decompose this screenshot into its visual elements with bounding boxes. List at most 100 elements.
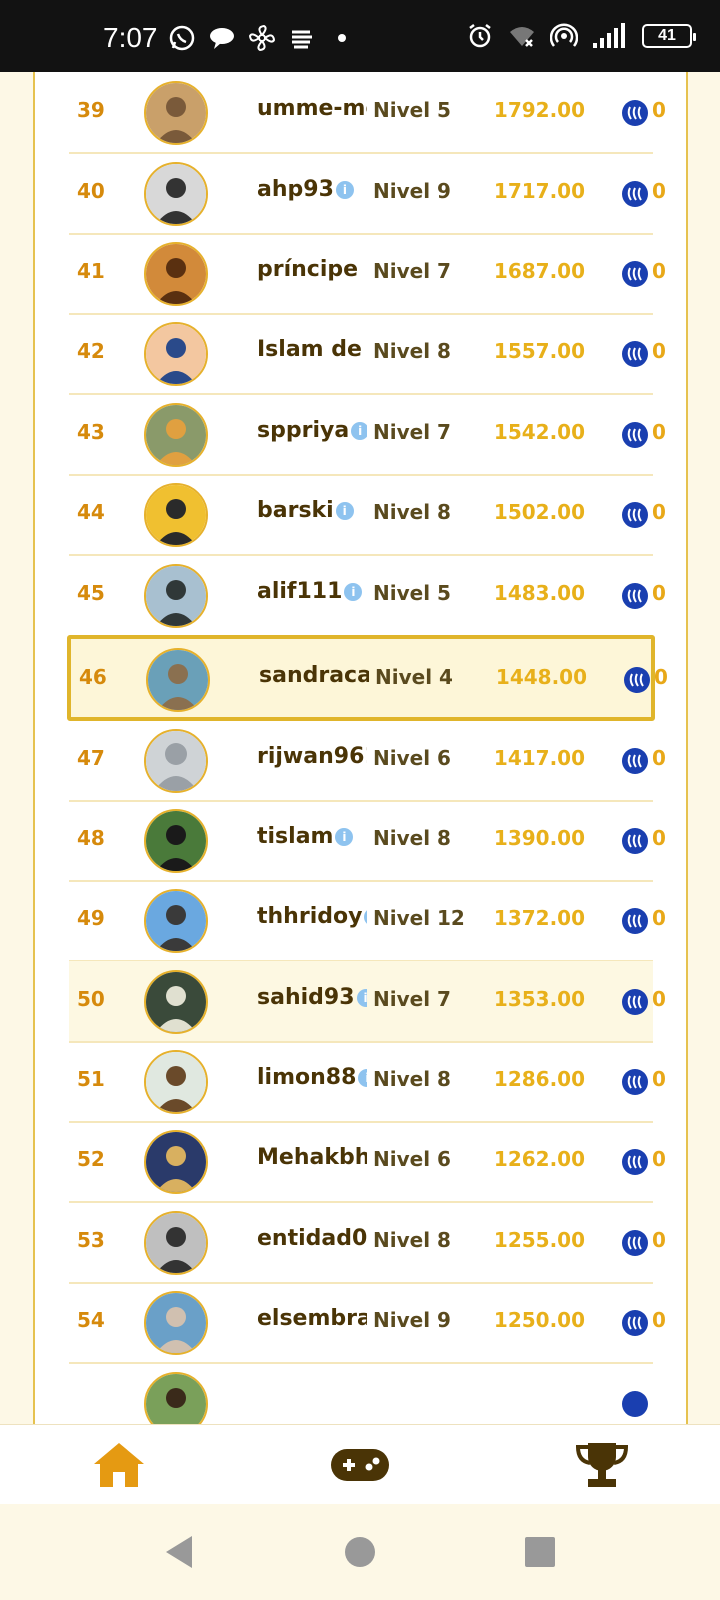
username[interactable]: thhridoyi — [257, 904, 367, 929]
leaderboard-row[interactable]: 40 ahp93 i Nivel 9 1717.00 0 — [69, 153, 666, 235]
wifi-off-icon — [510, 27, 534, 47]
leaderboard-row[interactable]: 42 Islam de (Nivel 8 1557.00 0 — [69, 313, 666, 395]
avatar[interactable] — [144, 483, 208, 547]
info-icon[interactable]: i — [356, 989, 367, 1007]
info-icon[interactable]: i — [351, 422, 367, 440]
status-time: 7:07 — [103, 22, 158, 53]
reward-value: 0 — [652, 98, 666, 122]
avatar[interactable] — [144, 403, 208, 467]
username[interactable]: limon88i — [257, 1065, 367, 1090]
username-text: barski — [257, 498, 334, 523]
status-bar: 7:07 41 — [0, 0, 720, 72]
reward-value: 0 — [654, 665, 668, 689]
avatar[interactable] — [146, 648, 210, 712]
leaderboard-row[interactable]: 44 barski i Nivel 8 1502.00 0 — [69, 474, 666, 556]
profile-photo — [146, 972, 206, 1032]
avatar[interactable] — [144, 81, 208, 145]
level-label: Nivel 4 — [375, 665, 453, 689]
avatar[interactable] — [144, 1372, 208, 1424]
leaderboard-row[interactable]: 45 alif111 i Nivel 5 1483.00 0 — [69, 555, 666, 637]
level-label: Nivel 9 — [373, 179, 451, 203]
username[interactable]: príncipe — [257, 257, 367, 282]
score-value: 1250.00 — [493, 1308, 585, 1332]
info-icon[interactable]: i — [344, 583, 363, 601]
info-icon[interactable]: i — [335, 502, 354, 520]
score-value: 1483.00 — [493, 581, 585, 605]
username[interactable]: alif111 i — [257, 579, 367, 604]
avatar[interactable] — [144, 322, 208, 386]
home-circle-icon[interactable] — [340, 1532, 380, 1572]
reward-value: 0 — [652, 1067, 666, 1091]
username[interactable]: tislam i — [257, 824, 367, 849]
leaderboard-row[interactable]: 48 tislam i Nivel 8 1390.00 0 — [69, 800, 666, 882]
level-label: Nivel 5 — [373, 98, 451, 122]
leaderboard-row[interactable]: 49thhridoyiNivel 121372.000 — [69, 880, 666, 962]
username[interactable]: ahp93 i — [257, 177, 367, 202]
battery-indicator: 41 — [642, 24, 696, 48]
avatar[interactable] — [144, 1291, 208, 1355]
avatar[interactable] — [144, 809, 208, 873]
avatar[interactable] — [144, 1050, 208, 1114]
nav-games-button[interactable] — [330, 1439, 390, 1491]
profile-photo — [148, 650, 208, 710]
username-text: ahp93 — [257, 177, 334, 202]
username[interactable]: barski i — [257, 498, 367, 523]
steem-icon — [622, 341, 648, 367]
info-icon[interactable]: i — [364, 908, 367, 926]
avatar[interactable] — [144, 1130, 208, 1194]
username[interactable]: sandraca — [259, 663, 369, 688]
steem-icon — [624, 667, 650, 693]
avatar[interactable] — [144, 729, 208, 793]
leaderboard-row[interactable]: 52 Mehakbh Nivel 6 1262.00 0 — [69, 1121, 666, 1203]
nav-home-button[interactable] — [89, 1439, 149, 1491]
steem-icon — [622, 989, 648, 1015]
info-icon[interactable]: i — [358, 1069, 367, 1087]
reward-value: 0 — [652, 339, 666, 363]
steem-icon — [622, 1069, 648, 1095]
leaderboard-list[interactable]: 39 umme-mc Nivel 5 1792.00 0 40 ahp93 i Nivel 91… — [33, 72, 688, 1424]
rank-number: 53 — [77, 1228, 105, 1252]
username[interactable]: rijwan961 — [257, 744, 367, 769]
score-value: 1390.00 — [493, 826, 585, 850]
leaderboard-row[interactable]: 43 sppriya i Nivel 7 1542.00 0 — [69, 394, 666, 476]
username[interactable]: elsembra — [257, 1306, 367, 1331]
username[interactable]: sppriya i — [257, 418, 367, 443]
leaderboard-row[interactable]: 46 sandraca Nivel 4 1448.00 0 — [67, 635, 668, 721]
score-value: 1255.00 — [493, 1228, 585, 1252]
leaderboard-row[interactable]: 51limon88iNivel 81286.000 — [69, 1041, 666, 1123]
username[interactable]: umme-mc — [257, 96, 367, 121]
steem-icon — [622, 1149, 648, 1175]
reward-value: 0 — [652, 826, 666, 850]
avatar[interactable] — [144, 970, 208, 1034]
leaderboard-row[interactable]: 54 elsembra Nivel 9 1250.00 0 — [69, 1282, 666, 1364]
avatar[interactable] — [144, 889, 208, 953]
leaderboard-row[interactable]: 41 príncipe Nivel 7 1687.00 0 — [69, 233, 666, 315]
username[interactable]: entidad0 — [257, 1226, 367, 1251]
system-nav-bar — [0, 1504, 720, 1600]
leaderboard-row[interactable]: 47 rijwan961Nivel 6 1417.00 0 — [69, 720, 666, 802]
recents-icon[interactable] — [520, 1532, 560, 1572]
reward-value: 0 — [652, 420, 666, 444]
avatar[interactable] — [144, 1211, 208, 1275]
info-icon[interactable]: i — [335, 828, 354, 846]
username[interactable]: sahid93i — [257, 985, 367, 1010]
nav-ranking-button[interactable] — [572, 1439, 632, 1491]
rank-number: 52 — [77, 1147, 105, 1171]
leaderboard-row-partial[interactable] — [69, 1363, 653, 1424]
info-icon[interactable]: i — [335, 181, 354, 199]
leaderboard-row[interactable]: 39 umme-mc Nivel 5 1792.00 0 — [69, 72, 666, 154]
username[interactable]: Islam de ( — [257, 337, 367, 362]
rank-number: 45 — [77, 581, 105, 605]
back-icon[interactable] — [160, 1532, 200, 1572]
avatar[interactable] — [144, 564, 208, 628]
leaderboard-row[interactable]: 50sahid93iNivel 71353.000 — [69, 961, 666, 1043]
avatar[interactable] — [144, 242, 208, 306]
rank-number: 47 — [77, 746, 105, 770]
username[interactable]: Mehakbh — [257, 1145, 367, 1170]
system-icons: 41 — [466, 22, 696, 50]
leaderboard-row[interactable]: 53 entidad0 Nivel 8 1255.00 0 — [69, 1202, 666, 1284]
rank-number: 39 — [77, 98, 105, 122]
profile-photo — [146, 1374, 206, 1424]
hotspot-icon — [550, 23, 578, 47]
avatar[interactable] — [144, 162, 208, 226]
